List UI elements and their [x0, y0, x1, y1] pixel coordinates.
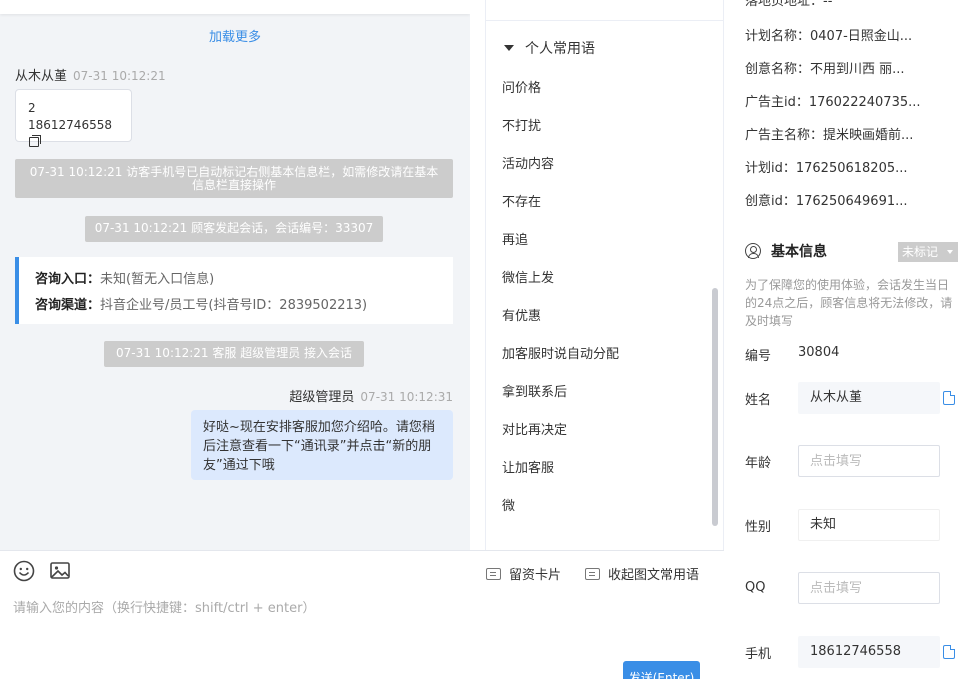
- visitor-message-line-1: 2: [28, 101, 36, 115]
- number-value: 30804: [798, 345, 840, 360]
- phrase-item[interactable]: 对比再决定: [502, 412, 619, 450]
- name-label: 姓名: [745, 393, 772, 408]
- consult-channel-label: 咨询渠道：: [35, 298, 101, 313]
- consult-entry-value: 未知(暂无入口信息): [100, 272, 215, 287]
- common-phrases-panel: 个人常用语 问价格 不打扰 活动内容 不存在 再追 微信上发 有优惠 加客服时说…: [485, 0, 724, 550]
- plan-name: 计划名称：0407-日照金山...: [745, 29, 913, 44]
- phrase-item[interactable]: 问价格: [502, 70, 619, 108]
- phrase-item[interactable]: 有优惠: [502, 298, 619, 336]
- consult-entry-label: 咨询入口：: [35, 272, 101, 287]
- system-notice-phone-marked: 07-31 10:12:21 访客手机号已自动标记右侧基本信息栏，如需修改请在基…: [15, 159, 453, 198]
- phrase-item[interactable]: 微: [502, 488, 619, 526]
- advertiser-name: 广告主名称：提米映画婚前...: [745, 128, 914, 143]
- number-label: 编号: [745, 349, 772, 364]
- qq-field[interactable]: [798, 572, 940, 604]
- creative-id: 创意id：176250649691...: [745, 194, 908, 209]
- phrase-item[interactable]: 让加客服: [502, 450, 619, 488]
- landing-page-address: 落地页地址：--: [745, 0, 833, 9]
- phrase-item[interactable]: 不存在: [502, 184, 619, 222]
- phone-field[interactable]: 18612746558: [798, 636, 940, 668]
- customer-info-panel: 落地页地址：-- 计划名称：0407-日照金山... 创意名称：不用到川西 丽.…: [724, 0, 958, 679]
- copy-icon[interactable]: [943, 391, 955, 405]
- load-more-link[interactable]: 加载更多: [0, 26, 470, 45]
- visitor-name: 从木从堇: [15, 69, 68, 84]
- consult-channel-row: 咨询渠道：抖音企业号/员工号(抖音号ID：2839502213): [35, 293, 453, 319]
- creative-name: 创意名称：不用到川西 丽...: [745, 62, 905, 77]
- gender-label: 性别: [745, 520, 772, 535]
- phrase-list: 问价格 不打扰 活动内容 不存在 再追 微信上发 有优惠 加客服时说自动分配 拿…: [502, 70, 619, 526]
- visitor-time: 07-31 10:12:21: [73, 69, 166, 83]
- phone-label: 手机: [745, 647, 772, 662]
- phrase-group-personal[interactable]: 个人常用语: [504, 38, 595, 58]
- system-notice-agent-joined: 07-31 10:12:21 客服 超级管理员 接入会话: [104, 341, 364, 367]
- image-icon[interactable]: [49, 560, 71, 582]
- collapse-phrases-label: 收起图文常用语: [608, 568, 700, 583]
- phrases-scrollbar[interactable]: [712, 288, 718, 526]
- phrase-item[interactable]: 拿到联系后: [502, 374, 619, 412]
- collapse-phrases-button[interactable]: 收起图文常用语: [585, 564, 699, 583]
- user-circle-icon: [745, 243, 761, 259]
- agent-name: 超级管理员: [289, 390, 355, 405]
- gender-field[interactable]: 未知: [798, 509, 940, 541]
- consult-info-card: 咨询入口：未知(暂无入口信息) 咨询渠道：抖音企业号/员工号(抖音号ID：283…: [15, 257, 453, 324]
- phrase-item[interactable]: 再追: [502, 222, 619, 260]
- agent-time: 07-31 10:12:31: [360, 390, 453, 404]
- plan-id: 计划id：176250618205...: [745, 161, 908, 176]
- lead-card-button[interactable]: 留资卡片: [486, 564, 561, 583]
- card-icon: [486, 567, 501, 580]
- system-notice-session-start: 07-31 10:12:21 顾客发起会话，会话编号：33307: [85, 216, 383, 242]
- emoji-icon[interactable]: [13, 560, 35, 582]
- message-input[interactable]: [13, 597, 703, 657]
- name-field[interactable]: 从木从堇: [798, 382, 940, 414]
- card-icon: [585, 567, 600, 580]
- qq-label: QQ: [745, 580, 766, 595]
- mark-status-dropdown[interactable]: 未标记: [898, 242, 958, 262]
- advertiser-id: 广告主id：176022240735...: [745, 95, 921, 110]
- basic-info-note: 为了保障您的使用体验，会话发生当日的24点之后，顾客信息将无法修改，请及时填写: [745, 278, 953, 328]
- phrase-group-label: 个人常用语: [525, 41, 595, 57]
- visitor-sender-line: 从木从堇 07-31 10:12:21: [15, 65, 166, 84]
- consult-entry-row: 咨询入口：未知(暂无入口信息): [35, 267, 453, 293]
- visitor-message-bubble: 2 18612746558: [15, 89, 132, 147]
- copy-icon[interactable]: [943, 645, 955, 659]
- phrase-item[interactable]: 加客服时说自动分配: [502, 336, 619, 374]
- agent-sender-line: 超级管理员 07-31 10:12:31: [289, 386, 453, 405]
- phrase-item[interactable]: 微信上发: [502, 260, 619, 298]
- message-composer: 留资卡片 收起图文常用语 发送(Enter): [0, 550, 724, 679]
- phrase-item[interactable]: 活动内容: [502, 146, 619, 184]
- agent-message-bubble: 好哒~现在安排客服加您介绍哈。请您稍后注意查看一下“通讯录”并点击“新的朋友”通…: [191, 410, 453, 480]
- caret-down-icon: [504, 45, 514, 51]
- age-field[interactable]: [798, 445, 940, 477]
- basic-info-title: 基本信息: [771, 244, 827, 260]
- send-button[interactable]: 发送(Enter): [623, 661, 700, 679]
- consult-channel-value: 抖音企业号/员工号(抖音号ID：2839502213): [100, 298, 368, 313]
- basic-info-header: 基本信息: [745, 241, 827, 261]
- phrases-divider: [486, 20, 723, 21]
- chat-header-edge: [0, 0, 470, 14]
- visitor-message-line-2: 18612746558: [28, 117, 119, 151]
- phrase-item[interactable]: 不打扰: [502, 108, 619, 146]
- age-label: 年龄: [745, 456, 772, 471]
- lead-card-label: 留资卡片: [509, 568, 562, 583]
- visitor-phone-text: 18612746558: [28, 118, 112, 132]
- chat-panel: 加载更多 从木从堇 07-31 10:12:21 2 18612746558 07…: [0, 0, 470, 550]
- copy-icon[interactable]: [29, 135, 41, 147]
